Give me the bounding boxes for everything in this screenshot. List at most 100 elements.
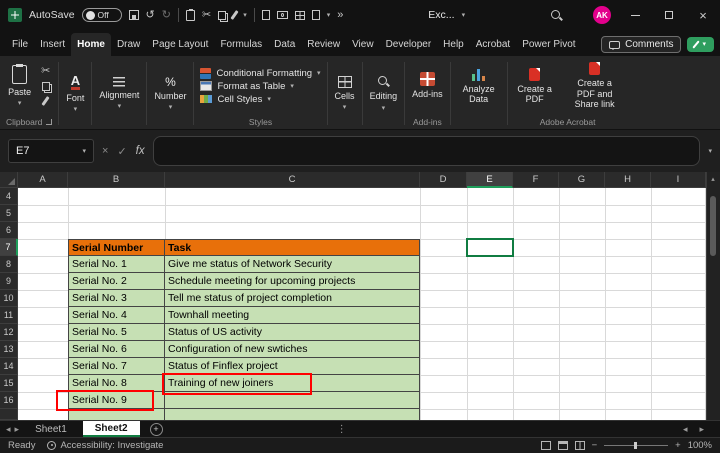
zoom-level[interactable]: 100% — [688, 440, 712, 451]
column-header-F[interactable]: F — [513, 172, 559, 188]
column-header-D[interactable]: D — [420, 172, 467, 188]
alignment-button[interactable]: Alignment ▾ — [94, 75, 144, 112]
row-header-16[interactable]: 16 — [0, 392, 18, 409]
window-title[interactable]: Exc... — [428, 9, 454, 21]
minimize-button[interactable] — [618, 0, 652, 30]
sheet-tab-sheet2[interactable]: Sheet2 — [83, 421, 140, 437]
cells-button[interactable]: Cells ▾ — [330, 74, 360, 113]
insert-function-button[interactable]: fx — [136, 145, 145, 157]
scroll-up-icon[interactable]: ▴ — [706, 174, 720, 184]
sheet-more-icon[interactable]: ⋮ — [337, 424, 347, 435]
worksheet-grid[interactable]: ABCDEFGHI45678910111213141516Serial Numb… — [0, 172, 720, 420]
ribbon-tab-home[interactable]: Home — [71, 33, 111, 56]
format-painter-icon[interactable] — [231, 10, 239, 20]
copy-icon[interactable] — [218, 11, 226, 20]
sheet-nav-left-icon[interactable]: ◂ — [6, 424, 11, 435]
avatar[interactable]: AK — [593, 6, 611, 24]
cell-C9[interactable]: Schedule meeting for upcoming projects — [165, 273, 420, 290]
comments-button[interactable]: Comments — [601, 36, 681, 53]
ribbon-tab-view[interactable]: View — [346, 33, 380, 56]
table-icon[interactable] — [295, 11, 305, 20]
row-header-partial[interactable] — [0, 409, 18, 420]
title-dropdown-icon[interactable]: ▾ — [462, 12, 466, 19]
cell-B11[interactable]: Serial No. 4 — [68, 307, 165, 324]
ribbon-tab-review[interactable]: Review — [301, 33, 346, 56]
accessibility-status[interactable]: Accessibility: Investigate — [47, 440, 163, 451]
row-header-7[interactable]: 7 — [0, 239, 18, 256]
row-header-8[interactable]: 8 — [0, 256, 18, 273]
table-header-serial-number[interactable]: Serial Number — [68, 239, 165, 256]
column-header-A[interactable]: A — [18, 172, 68, 188]
cell-B8[interactable]: Serial No. 1 — [68, 256, 165, 273]
editing-mode-button[interactable]: ▾ — [687, 37, 714, 52]
enter-icon[interactable]: ✓ — [117, 145, 126, 158]
paste-button[interactable]: Paste ▾ — [3, 63, 36, 109]
editing-button[interactable]: Editing ▾ — [365, 73, 403, 113]
cell-B13[interactable]: Serial No. 6 — [68, 341, 165, 358]
zoom-slider-thumb[interactable] — [634, 442, 637, 449]
row-header-12[interactable]: 12 — [0, 324, 18, 341]
create-pdf-share-button[interactable]: Create a PDF and Share link — [564, 60, 626, 111]
formula-input[interactable] — [153, 136, 701, 166]
ribbon-tab-help[interactable]: Help — [437, 33, 470, 56]
column-header-C[interactable]: C — [165, 172, 420, 188]
expand-formula-bar-icon[interactable]: ▾ — [708, 148, 712, 155]
undo-icon[interactable]: ↺ — [146, 10, 155, 21]
row-header-4[interactable]: 4 — [0, 188, 18, 205]
addins-button[interactable]: Add-ins — [407, 70, 448, 101]
name-box[interactable]: E7 ▾ — [8, 139, 94, 163]
ribbon-tab-page-layout[interactable]: Page Layout — [146, 33, 214, 56]
format-as-table-button[interactable]: Format as Table ▾ — [196, 80, 297, 93]
document-icon[interactable] — [312, 10, 320, 20]
table-header-task[interactable]: Task — [165, 239, 420, 256]
ribbon-tab-power-pivot[interactable]: Power Pivot — [516, 33, 581, 56]
selected-cell-E7[interactable] — [466, 238, 514, 257]
cell-C8[interactable]: Give me status of Network Security — [165, 256, 420, 273]
cell-B14[interactable]: Serial No. 7 — [68, 358, 165, 375]
save-icon[interactable] — [129, 10, 139, 20]
analyze-data-button[interactable]: Analyze Data — [453, 66, 505, 107]
row-header-14[interactable]: 14 — [0, 358, 18, 375]
hscroll-left-icon[interactable]: ◂ — [683, 424, 688, 435]
ribbon-tab-draw[interactable]: Draw — [111, 33, 146, 56]
ribbon-tab-data[interactable]: Data — [268, 33, 301, 56]
column-header-G[interactable]: G — [559, 172, 605, 188]
qat-dropdown-icon[interactable]: ▾ — [243, 12, 247, 19]
select-all-corner[interactable] — [0, 172, 18, 188]
qat-overflow-icon[interactable]: » — [337, 10, 343, 21]
close-button[interactable]: × — [686, 0, 720, 30]
hscroll-right-icon[interactable]: ▸ — [699, 424, 704, 435]
number-button[interactable]: % Number ▾ — [149, 74, 191, 113]
zoom-in-button[interactable]: + — [675, 440, 681, 451]
ribbon-tab-developer[interactable]: Developer — [380, 33, 438, 56]
cell-C11[interactable]: Townhall meeting — [165, 307, 420, 324]
column-header-I[interactable]: I — [651, 172, 706, 188]
camera-icon[interactable] — [277, 11, 288, 19]
ribbon-tab-insert[interactable]: Insert — [34, 33, 71, 56]
maximize-button[interactable] — [652, 0, 686, 30]
column-header-B[interactable]: B — [68, 172, 165, 188]
ribbon-tab-file[interactable]: File — [6, 33, 34, 56]
dialog-launcher-icon[interactable] — [46, 119, 52, 125]
column-header-H[interactable]: H — [605, 172, 651, 188]
format-painter-icon[interactable] — [42, 96, 50, 106]
autosave-toggle[interactable]: Off — [82, 8, 122, 22]
column-header-E[interactable]: E — [467, 172, 513, 188]
cell-B9[interactable]: Serial No. 2 — [68, 273, 165, 290]
row-header-13[interactable]: 13 — [0, 341, 18, 358]
row-header-9[interactable]: 9 — [0, 273, 18, 290]
zoom-slider[interactable] — [604, 445, 668, 446]
redo-icon[interactable]: ↻ — [162, 10, 171, 21]
row-header-11[interactable]: 11 — [0, 307, 18, 324]
cell-C13[interactable]: Configuration of new swtiches — [165, 341, 420, 358]
page-layout-view-button[interactable] — [558, 441, 568, 450]
normal-view-button[interactable] — [541, 441, 551, 450]
copy-icon[interactable] — [42, 82, 50, 91]
add-sheet-button[interactable]: + — [150, 423, 163, 436]
cut-icon[interactable]: ✂ — [202, 10, 211, 21]
sheet-nav-right-icon[interactable]: ▸ — [15, 424, 20, 435]
cut-icon[interactable]: ✂ — [41, 66, 50, 77]
search-icon[interactable] — [550, 9, 563, 22]
vertical-scrollbar-thumb[interactable] — [710, 196, 716, 256]
row-header-6[interactable]: 6 — [0, 222, 18, 239]
